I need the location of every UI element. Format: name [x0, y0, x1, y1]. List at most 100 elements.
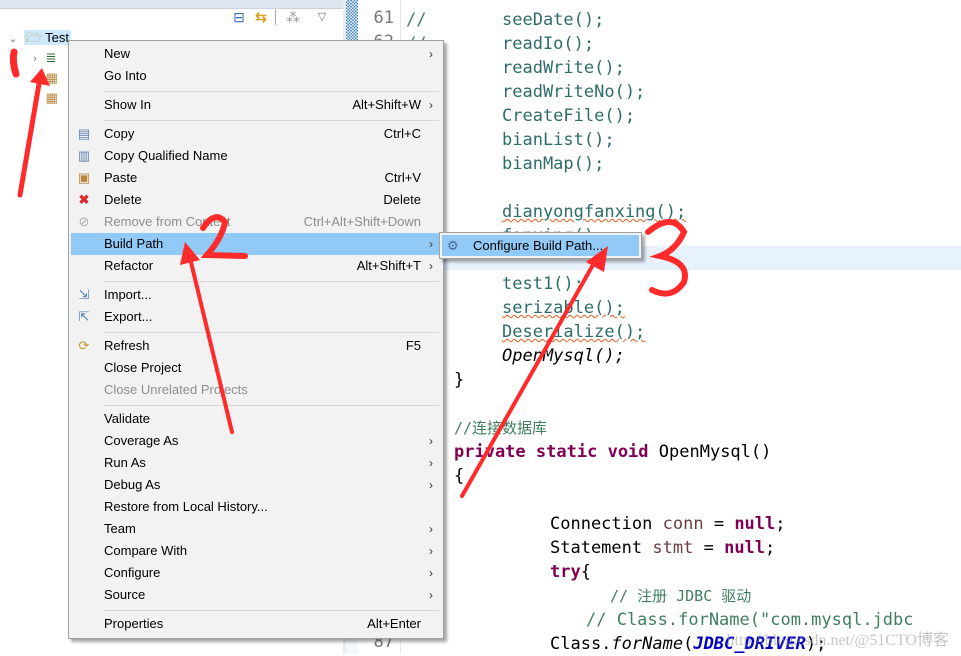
submenu-arrow-icon: ›	[429, 544, 433, 558]
submenu-arrow-icon: ›	[429, 434, 433, 448]
menu-separator	[103, 332, 439, 333]
menu-item-import[interactable]: ⇲ Import...	[71, 284, 441, 306]
keyword: null	[724, 538, 766, 558]
code-line: OpenMysql();	[502, 346, 625, 366]
menu-item-go-into[interactable]: Go Into	[71, 65, 441, 87]
menu-label: Go Into	[104, 68, 147, 83]
submenu-arrow-icon: ›	[429, 566, 433, 580]
menu-item-restore-local-history[interactable]: Restore from Local History...	[71, 496, 441, 518]
menu-item-run-as[interactable]: Run As ›	[71, 452, 441, 474]
toolbar-separator	[275, 9, 276, 25]
submenu-arrow-icon: ›	[429, 237, 433, 251]
expand-chevron-icon[interactable]: ⌄	[6, 29, 20, 49]
menu-item-paste[interactable]: ▣ Paste Ctrl+V	[71, 167, 441, 189]
jre-library-icon: ≣	[45, 50, 57, 65]
punctuation: (	[683, 634, 694, 654]
keyword: try	[550, 562, 581, 582]
remove-context-icon: ⊘	[78, 214, 90, 229]
menu-shortcut: Delete	[383, 192, 421, 207]
menu-label: New	[104, 46, 131, 61]
code-line-method-signature: private static void OpenMysql()	[454, 440, 771, 464]
menu-item-delete[interactable]: ✖ Delete Delete	[71, 189, 441, 211]
menu-item-close-project[interactable]: Close Project	[71, 357, 441, 379]
menu-separator	[103, 405, 439, 406]
menu-item-source[interactable]: Source ›	[71, 584, 441, 606]
type-name: Connection	[550, 514, 653, 534]
code-line: readIo();	[502, 34, 595, 54]
keyword: null	[734, 514, 776, 534]
code-line: seeDate();	[502, 10, 605, 30]
context-menu: New › Go Into Show In Alt+Shift+W › ▤ Copy Ct…	[68, 40, 444, 639]
menu-item-build-path[interactable]: Build Path ›	[71, 233, 441, 255]
menu-label: Show In	[104, 97, 151, 112]
menu-label: Compare With	[104, 543, 188, 558]
tree-item-project[interactable]: ⌄ 🗁 Test	[6, 28, 71, 48]
menu-separator	[103, 91, 439, 92]
type-name: Statement	[550, 538, 643, 558]
collapse-chevron-icon[interactable]: ›	[28, 69, 42, 89]
punctuation: {	[580, 562, 591, 582]
tree-item-src[interactable]: › ▦	[28, 68, 58, 88]
keyword: private	[454, 442, 526, 462]
collapse-chevron-icon[interactable]: ›	[28, 89, 42, 109]
collapse-chevron-icon[interactable]: ›	[28, 49, 42, 69]
menu-item-show-in[interactable]: Show In Alt+Shift+W ›	[71, 94, 441, 116]
menu-label: Configure	[104, 565, 161, 580]
menu-item-copy-qualified-name[interactable]: ▥ Copy Qualified Name	[71, 145, 441, 167]
operator: =	[713, 514, 725, 534]
menu-item-export[interactable]: ⇱ Export...	[71, 306, 441, 328]
menu-shortcut: Ctrl+C	[383, 126, 421, 141]
submenu-arrow-icon: ›	[429, 588, 433, 602]
operator: =	[703, 538, 714, 558]
view-menu-icon[interactable]: ▽	[313, 8, 331, 26]
menu-item-compare-with[interactable]: Compare With ›	[71, 540, 441, 562]
menu-item-refactor[interactable]: Refactor Alt+Shift+T ›	[71, 255, 441, 277]
code-line-try: try{	[550, 560, 591, 584]
punctuation: ;	[775, 514, 786, 534]
menu-shortcut: Alt+Shift+T	[356, 258, 421, 273]
configure-build-path-icon: ⚙	[447, 238, 459, 253]
code-line: bianList();	[502, 130, 615, 150]
menu-label: Debug As	[104, 477, 161, 492]
submenu-arrow-icon: ›	[429, 47, 433, 61]
menu-item-refresh[interactable]: ⟳ Refresh F5	[71, 335, 441, 357]
tree-item-jre[interactable]: › ≣	[28, 48, 57, 69]
line-number: 61	[373, 8, 394, 28]
delete-icon: ✖	[78, 192, 90, 207]
class-ref: Class.	[550, 634, 612, 654]
code-line-stmt: Statement stmt = null;	[550, 536, 775, 560]
menu-item-team[interactable]: Team ›	[71, 518, 441, 540]
menu-item-properties[interactable]: Properties Alt+Enter	[71, 613, 441, 635]
code-line: readWrite();	[502, 58, 625, 78]
submenu-arrow-icon: ›	[429, 98, 433, 112]
punctuation: ;	[765, 538, 776, 558]
menu-label: Run As	[104, 455, 146, 470]
watermark: http://blog.csdn.net/@51CTO博客	[726, 632, 949, 649]
menu-item-copy[interactable]: ▤ Copy Ctrl+C	[71, 123, 441, 145]
menu-label: Refactor	[104, 258, 154, 273]
menu-item-configure[interactable]: Configure ›	[71, 562, 441, 584]
menu-item-debug-as[interactable]: Debug As ›	[71, 474, 441, 496]
menu-item-configure-build-path[interactable]: ⚙ Configure Build Path...	[442, 235, 639, 256]
keyword: static	[535, 442, 598, 462]
import-icon: ⇲	[78, 287, 90, 302]
filter-icon[interactable]: ⁂	[284, 8, 302, 26]
submenu-arrow-icon: ›	[429, 478, 433, 492]
paste-icon: ▣	[77, 170, 91, 185]
menu-separator	[103, 281, 439, 282]
menu-label: Copy Qualified Name	[104, 148, 228, 163]
tree-item-lib[interactable]: › ▦	[28, 88, 58, 108]
menu-item-coverage-as[interactable]: Coverage As ›	[71, 430, 441, 452]
menu-item-validate[interactable]: Validate	[71, 408, 441, 430]
code-line: }	[454, 370, 465, 390]
export-icon: ⇱	[78, 309, 90, 324]
link-with-editor-icon[interactable]: ⇆	[252, 8, 270, 26]
collapse-all-icon[interactable]: ⊟	[230, 8, 248, 26]
menu-label: Export...	[104, 309, 153, 324]
code-line: serizable();	[502, 298, 625, 318]
submenu-arrow-icon: ›	[429, 259, 433, 273]
menu-item-new[interactable]: New ›	[71, 43, 441, 65]
java-project-warning-icon: 🗁	[25, 30, 42, 45]
code-line: dianyongfanxing();	[502, 202, 687, 222]
code-line: Deserialize();	[502, 322, 646, 342]
